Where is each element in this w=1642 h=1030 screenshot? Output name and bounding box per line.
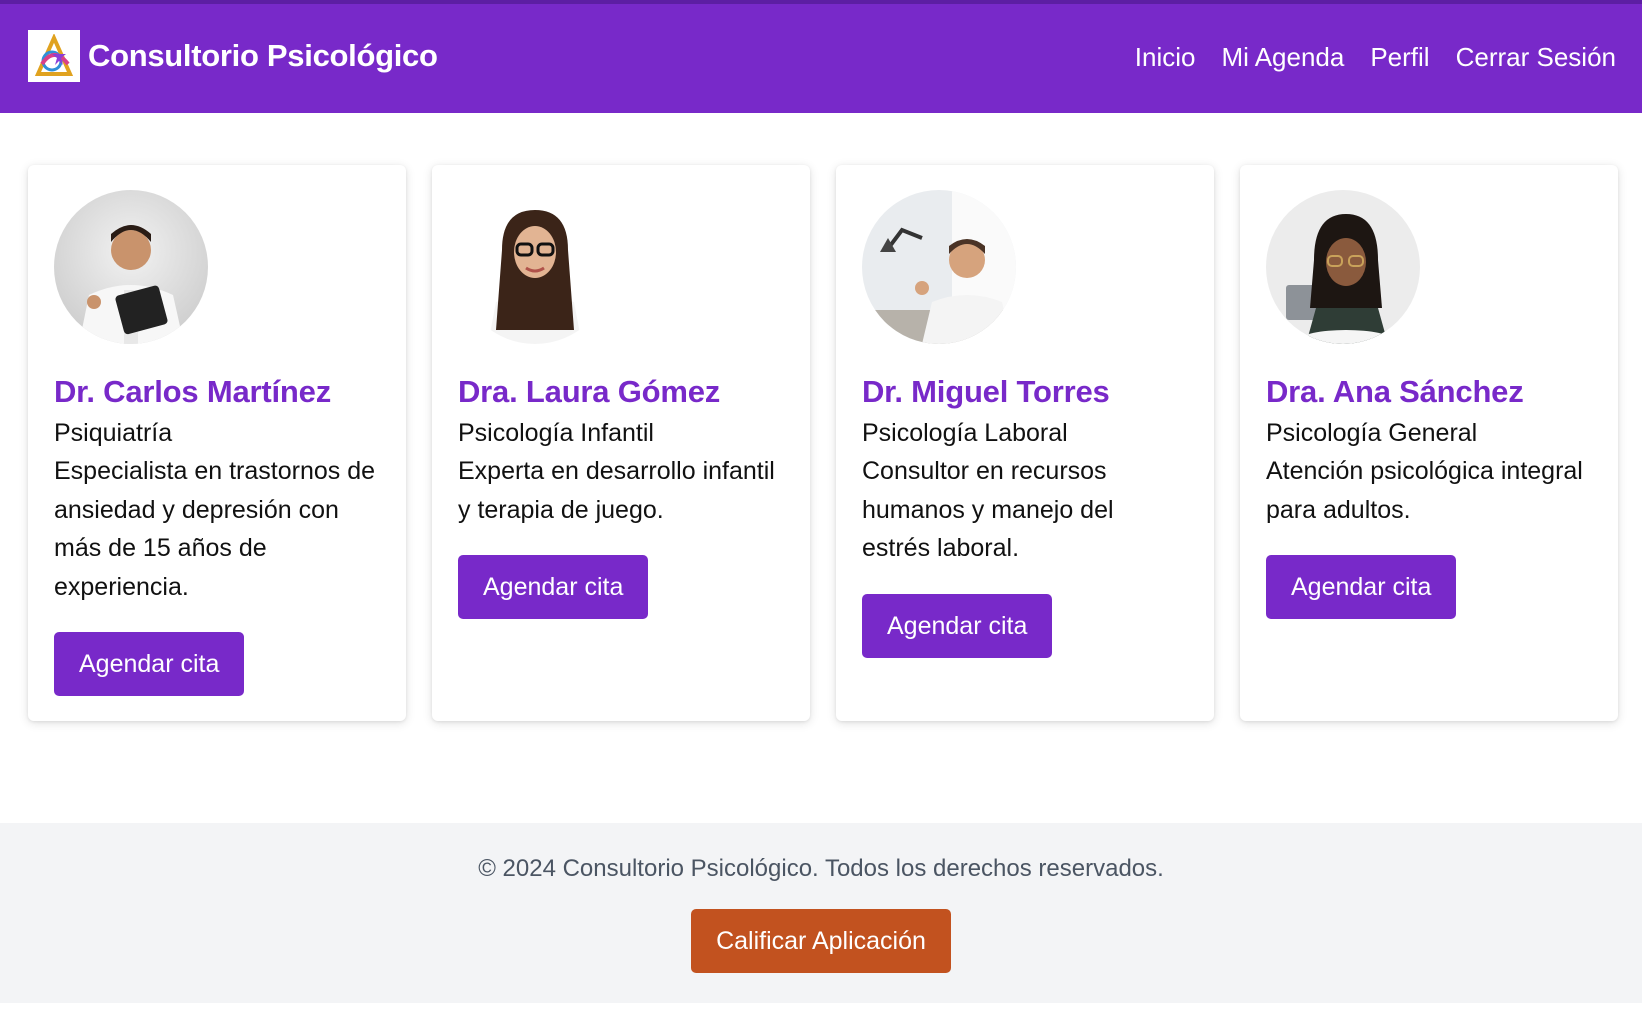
app-logo-icon: [28, 30, 80, 82]
doctor-description: Experta en desarrollo infantil y terapia…: [458, 457, 775, 524]
main-nav: Inicio Mi Agenda Perfil Cerrar Sesión: [1109, 42, 1616, 73]
footer: © 2024 Consultorio Psicológico. Todos lo…: [0, 823, 1642, 1003]
book-appointment-button[interactable]: Agendar cita: [862, 593, 1053, 658]
doctor-card: Dr. Miguel Torres Psicología Laboral Con…: [836, 165, 1214, 721]
doctor-description: Especialista en trastornos de ansiedad y…: [54, 457, 376, 601]
top-navbar: Consultorio Psicológico Inicio Mi Agenda…: [0, 0, 1642, 113]
doctor-card: Dra. Laura Gómez Psicología Infantil Exp…: [432, 165, 810, 721]
doctor-photo: [458, 190, 612, 344]
nav-cerrar-sesion[interactable]: Cerrar Sesión: [1456, 42, 1616, 73]
doctor-description: Consultor en recursos humanos y manejo d…: [862, 457, 1114, 562]
brand[interactable]: Consultorio Psicológico: [28, 30, 438, 82]
doctor-cards: Dr. Carlos Martínez Psiquiatría Especial…: [28, 165, 1618, 721]
doctor-photo: [1266, 190, 1420, 344]
app-title: Consultorio Psicológico: [88, 38, 438, 73]
nav-mi-agenda[interactable]: Mi Agenda: [1221, 42, 1344, 73]
doctor-name: Dra. Ana Sánchez: [1266, 374, 1524, 409]
doctor-photo: [862, 190, 1016, 344]
doctor-name: Dr. Miguel Torres: [862, 374, 1110, 409]
doctor-specialty: Psicología General: [1266, 419, 1478, 447]
doctor-photo: [54, 190, 208, 344]
book-appointment-button[interactable]: Agendar cita: [54, 632, 245, 696]
nav-perfil[interactable]: Perfil: [1370, 42, 1429, 73]
rate-app-button[interactable]: Calificar Aplicación: [691, 909, 951, 973]
copyright-text: © 2024 Consultorio Psicológico. Todos lo…: [478, 855, 1164, 882]
doctor-card: Dr. Carlos Martínez Psiquiatría Especial…: [28, 165, 406, 721]
book-appointment-button[interactable]: Agendar cita: [458, 555, 649, 619]
doctor-specialty: Psiquiatría: [54, 419, 173, 447]
doctor-name: Dra. Laura Gómez: [458, 374, 721, 409]
doctor-name: Dr. Carlos Martínez: [54, 374, 332, 409]
book-appointment-button[interactable]: Agendar cita: [1266, 555, 1457, 619]
nav-inicio[interactable]: Inicio: [1135, 42, 1196, 73]
doctor-description: Atención psicológica integral para adult…: [1266, 457, 1583, 524]
doctor-specialty: Psicología Laboral: [862, 419, 1068, 447]
doctor-specialty: Psicología Infantil: [458, 419, 654, 447]
doctor-card: Dra. Ana Sánchez Psicología General Aten…: [1240, 165, 1618, 721]
